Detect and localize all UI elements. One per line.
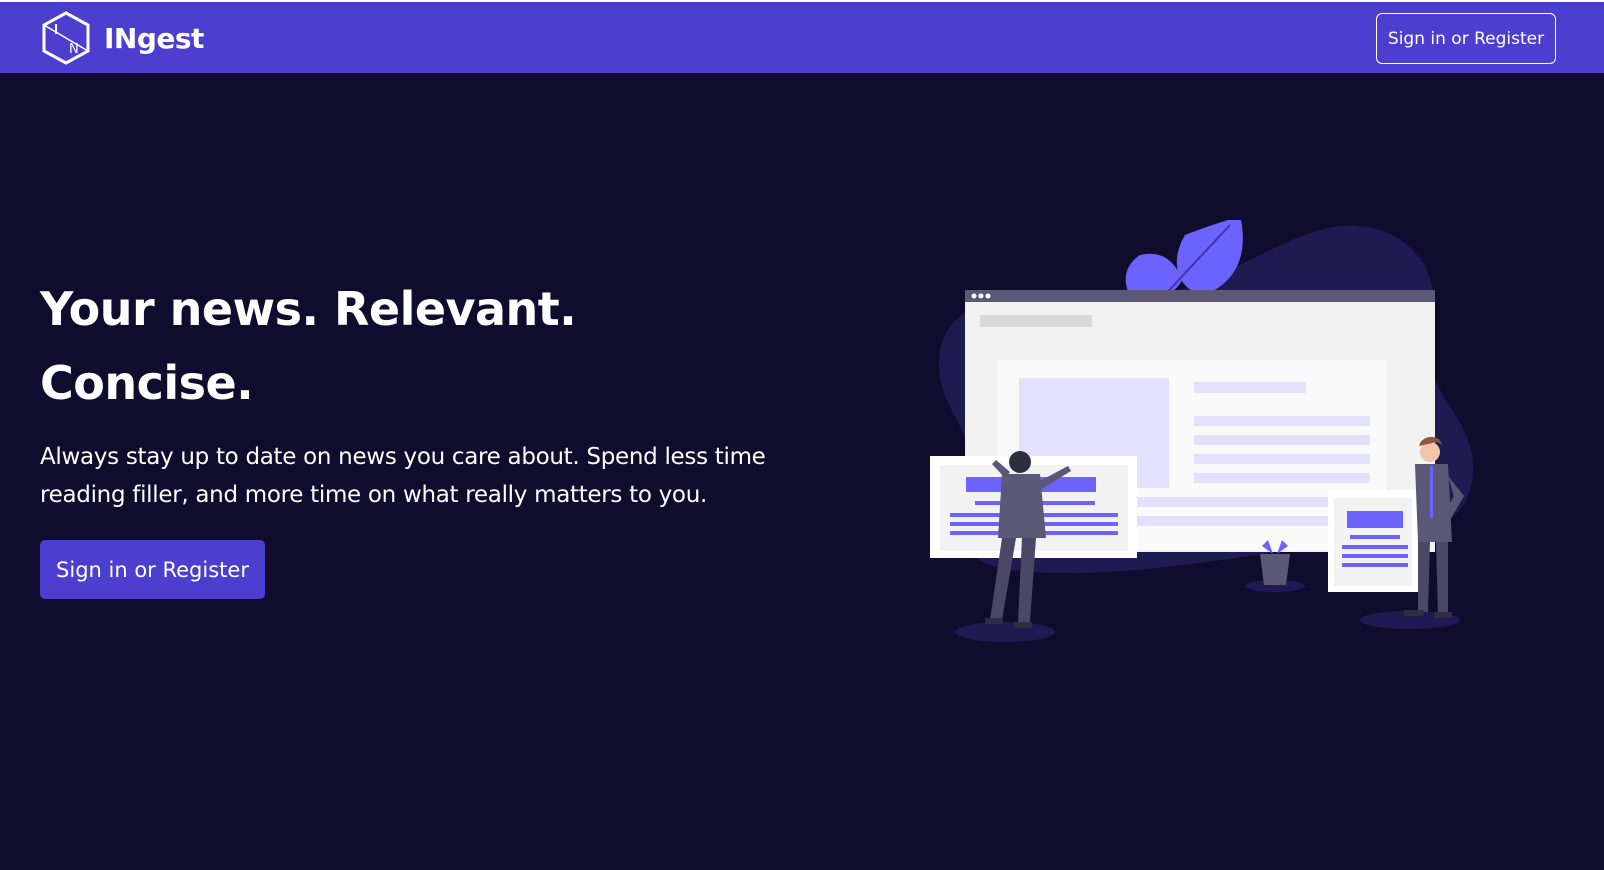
brand-link[interactable]: N INgest bbox=[40, 10, 204, 66]
brand-name: INgest bbox=[104, 21, 204, 55]
logo-letter-n: N bbox=[69, 42, 79, 57]
hexagon-logo-icon: N bbox=[42, 11, 90, 65]
hero-signin-button[interactable]: Sign in or Register bbox=[40, 540, 265, 599]
hero-description: Always stay up to date on news you care … bbox=[40, 444, 766, 508]
hero-title: Your news. Relevant. Concise. bbox=[40, 282, 577, 410]
navbar: N INgest Sign in or Register bbox=[0, 0, 1604, 73]
news-illustration-icon bbox=[930, 220, 1474, 642]
nav-signin-button[interactable]: Sign in or Register bbox=[1376, 13, 1556, 64]
